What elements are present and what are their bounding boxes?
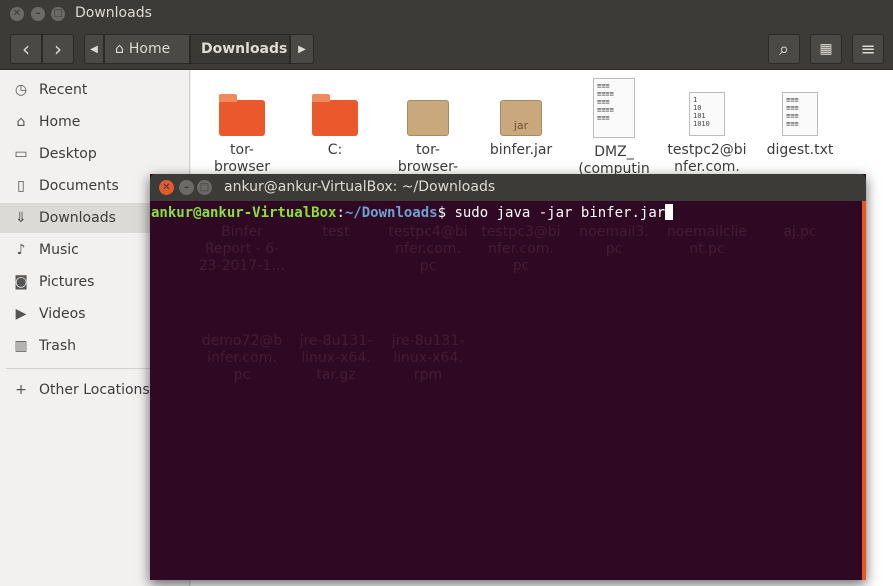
sidebar-item-label: Pictures: [39, 274, 95, 290]
crumb-downloads[interactable]: Downloads: [190, 34, 290, 64]
file-name: digest.txt: [766, 142, 834, 158]
file-item[interactable]: tor- browser-: [382, 100, 474, 176]
folder-icon: [312, 94, 358, 136]
menu-button[interactable]: ≡: [852, 34, 884, 64]
sidebar-item-label: Home: [39, 114, 81, 130]
maximize-icon[interactable]: □: [197, 180, 212, 195]
crumb-home-label: Home: [128, 41, 171, 57]
camera-icon: ◙: [14, 274, 28, 290]
forward-button[interactable]: ›: [42, 34, 74, 64]
file-item[interactable]: ≡≡≡ ≡≡≡ ≡≡≡ ≡≡≡ digest.txt: [754, 92, 846, 159]
file-name: testpc2@bi nfer.com.: [667, 142, 747, 175]
toolbar: ‹ › ◀ ⌂ Home Downloads ▶ ⌕ ▦ ≡: [0, 28, 893, 70]
file-name: binfer.jar: [489, 142, 553, 158]
ghost-file-label: testpc3@bi nfer.com. pc: [481, 224, 561, 274]
minimize-icon[interactable]: –: [31, 7, 45, 21]
ghost-file-label: testpc4@bi nfer.com. pc: [388, 224, 468, 274]
sidebar-item-recent[interactable]: ◷ Recent: [0, 75, 190, 105]
sidebar-item-label: Downloads: [39, 210, 116, 226]
sidebar-item-label: Recent: [39, 82, 88, 98]
minimize-icon[interactable]: –: [179, 180, 194, 195]
terminal-command: sudo java -jar binfer.jar: [454, 205, 666, 221]
download-icon: ⇓: [15, 210, 27, 226]
file-name: tor- browser-: [397, 142, 459, 175]
file-name: C:: [327, 142, 343, 158]
sidebar-item-label: Desktop: [39, 146, 97, 162]
close-icon[interactable]: ✕: [10, 7, 24, 21]
file-item[interactable]: C:: [289, 94, 381, 159]
sidebar-item-home[interactable]: ⌂ Home: [0, 107, 190, 137]
prompt-dollar: $: [437, 205, 455, 221]
search-button[interactable]: ⌕: [768, 34, 800, 64]
prompt-path: ~/Downloads: [344, 205, 438, 221]
trash-icon: ▥: [14, 338, 28, 354]
crumb-scroll-right-icon[interactable]: ▶: [290, 34, 314, 64]
terminal-body[interactable]: Binfer Report - 6- 23-2017-1… test testp…: [150, 201, 866, 580]
close-icon[interactable]: ✕: [159, 180, 174, 195]
jar-icon: jar: [500, 100, 542, 136]
plus-icon: +: [15, 382, 27, 398]
sidebar-item-label: Trash: [39, 338, 76, 354]
document-icon: ▯: [17, 178, 25, 194]
terminal-title: ankur@ankur-VirtualBox: ~/Downloads: [224, 179, 496, 195]
home-icon: ⌂: [115, 41, 124, 57]
clock-icon: ◷: [14, 82, 28, 98]
crumb-scroll-left-icon[interactable]: ◀: [84, 34, 104, 64]
ghost-file-label: test: [322, 224, 350, 240]
window-title: Downloads: [75, 5, 152, 21]
text-cursor: [665, 204, 674, 220]
archive-icon: [407, 100, 449, 136]
music-icon: ♪: [16, 242, 26, 258]
ghost-file-label: noemailclie nt.pc: [666, 224, 748, 257]
sidebar-item-desktop[interactable]: ▭ Desktop: [0, 139, 190, 169]
text-file-icon: ≡≡≡ ≡≡≡ ≡≡≡ ≡≡≡: [782, 92, 818, 136]
ghost-file-label: noemail3. pc: [579, 224, 649, 257]
file-item[interactable]: jar binfer.jar: [475, 100, 567, 159]
file-name: tor- browser: [213, 142, 270, 175]
sidebar-item-label: Other Locations: [39, 382, 150, 398]
document-icon: ≡≡≡ ≡≡≡≡ ≡≡≡ ≡≡≡≡ ≡≡≡: [593, 78, 635, 138]
view-toggle-button[interactable]: ▦: [810, 34, 842, 64]
folder-icon: ▭: [14, 146, 28, 162]
folder-icon: [219, 94, 265, 136]
terminal-prompt-line[interactable]: ankur@ankur-VirtualBox:~/Downloads$ sudo…: [151, 204, 674, 221]
terminal-window[interactable]: Binfer Report - 6- 23-2017-1… test testp…: [150, 174, 866, 580]
ghost-file-label: aj.pc: [783, 224, 817, 240]
file-item[interactable]: 1 10 101 1010 testpc2@bi nfer.com.: [661, 92, 753, 176]
maximize-icon[interactable]: □: [51, 7, 65, 21]
window-titlebar: ✕ – □ Downloads: [0, 0, 893, 28]
file-item[interactable]: tor- browser: [196, 94, 288, 176]
terminal-titlebar[interactable]: ✕ – □ ankur@ankur-VirtualBox: ~/Download…: [150, 174, 866, 201]
prompt-separator: :: [336, 205, 345, 221]
prompt-user: ankur@ankur-VirtualBox: [151, 205, 337, 221]
terminal-scrollbar[interactable]: [862, 201, 866, 580]
back-button[interactable]: ‹: [10, 34, 42, 64]
file-name: DMZ_ (computin: [578, 144, 650, 177]
ghost-file-label: jre-8u131- linux-x64. rpm: [391, 333, 465, 383]
ghost-file-label: demo72@b infer.com. pc: [201, 333, 283, 383]
sidebar-item-label: Documents: [39, 178, 119, 194]
ghost-file-label: jre-8u131- linux-x64. tar.gz: [299, 333, 373, 383]
home-icon: ⌂: [16, 114, 26, 130]
ghost-file-label: Binfer Report - 6- 23-2017-1…: [198, 224, 286, 274]
file-item[interactable]: ≡≡≡ ≡≡≡≡ ≡≡≡ ≡≡≡≡ ≡≡≡ DMZ_ (computin: [568, 78, 660, 178]
crumb-home[interactable]: ⌂ Home: [104, 34, 190, 64]
sidebar-item-label: Videos: [39, 306, 86, 322]
sidebar-item-label: Music: [39, 242, 79, 258]
video-icon: ▶: [15, 306, 27, 322]
binary-file-icon: 1 10 101 1010: [689, 92, 725, 136]
